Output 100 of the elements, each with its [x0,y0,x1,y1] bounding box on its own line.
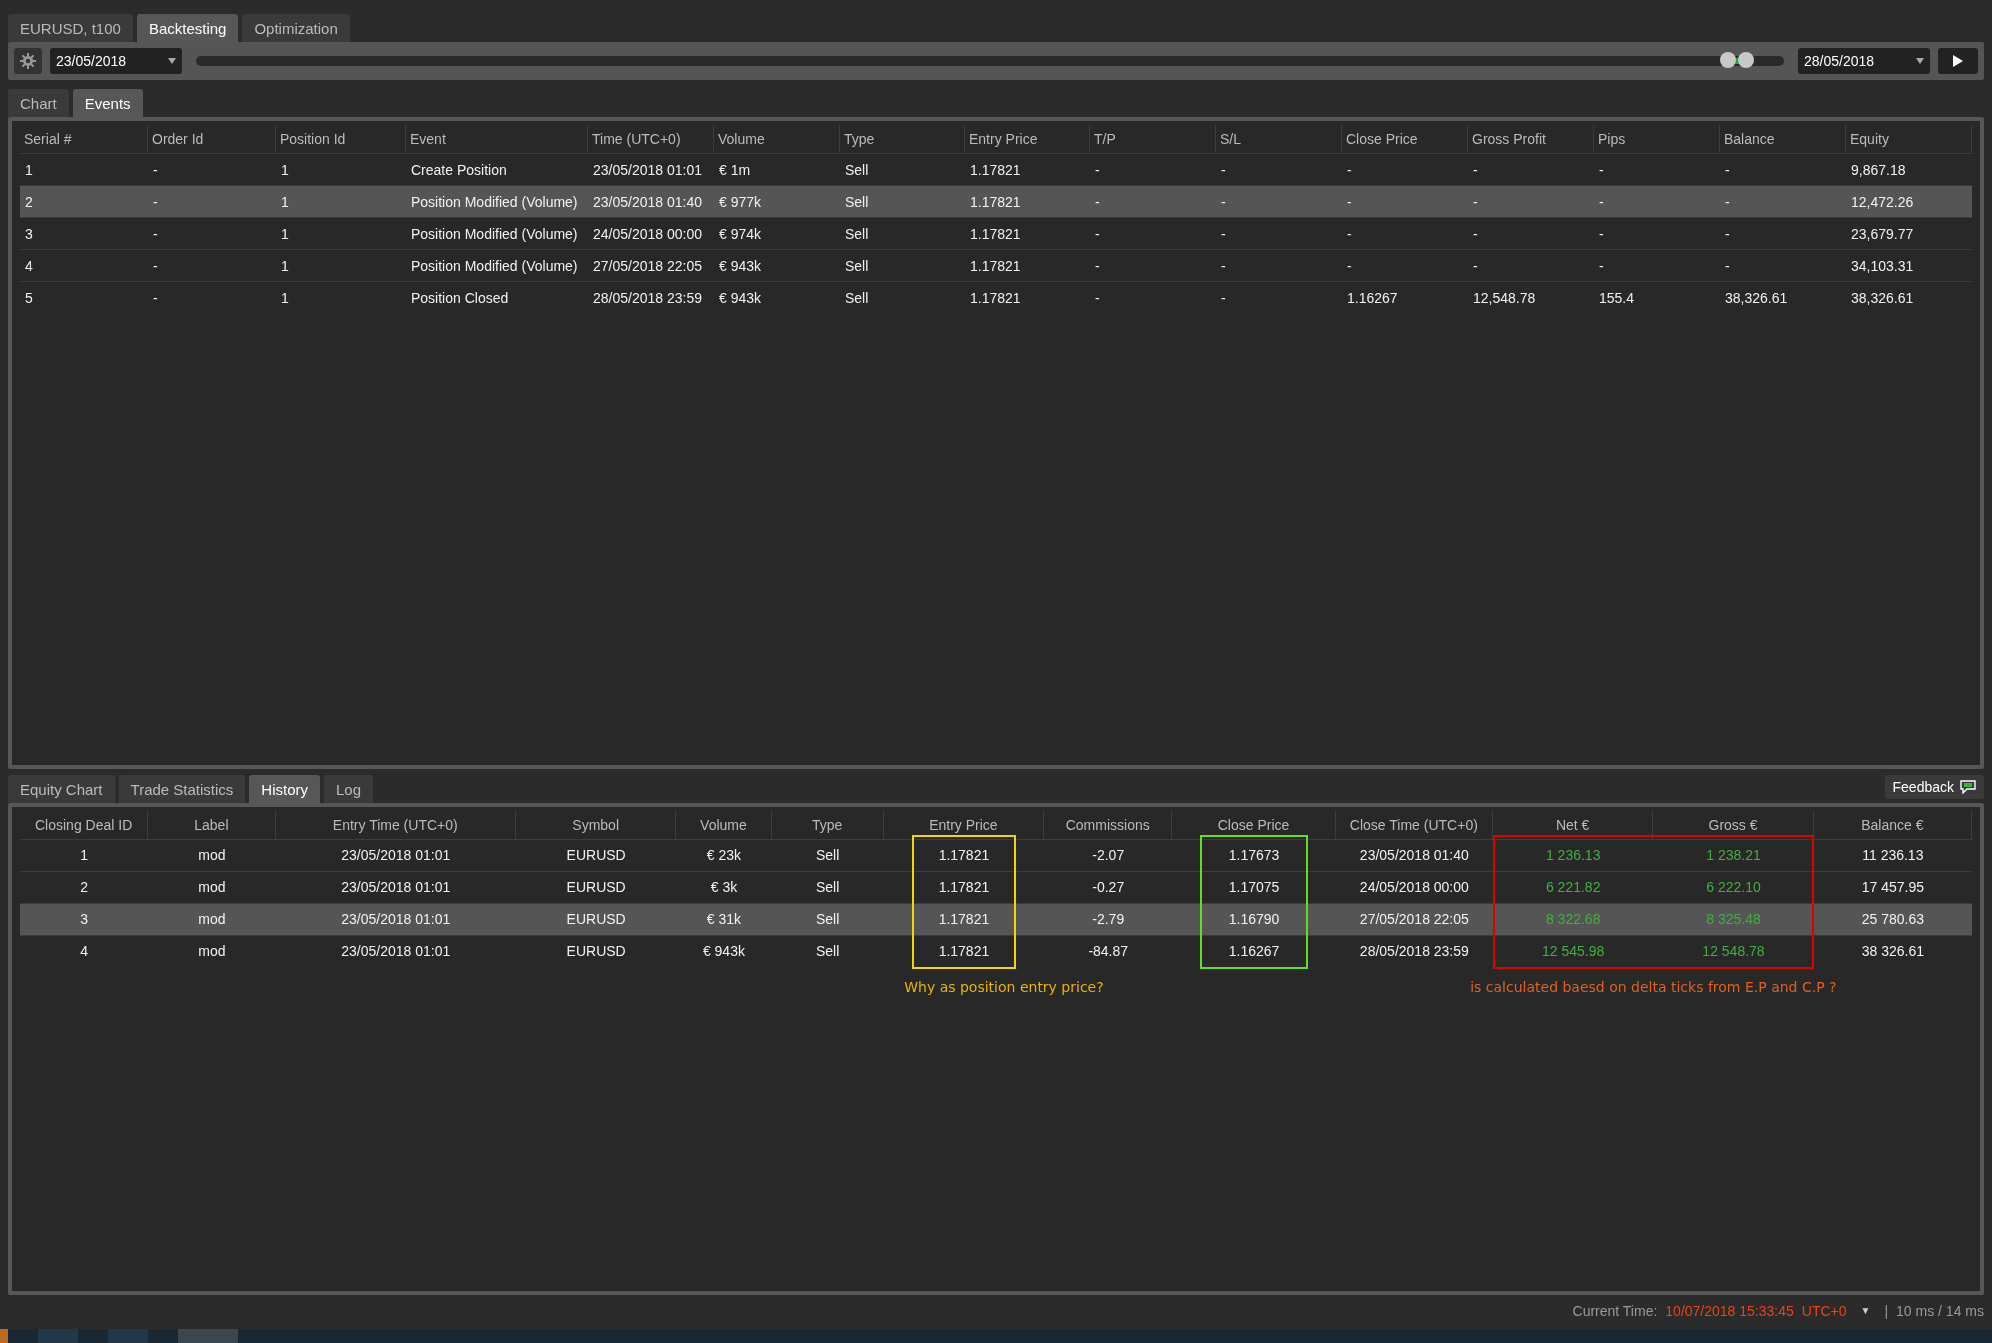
table-cell: - [148,249,276,282]
column-header[interactable]: Gross Profit [1468,125,1594,154]
table-cell: 38,326.61 [1720,281,1846,314]
column-header[interactable]: Net € [1493,810,1654,839]
table-cell: 12 548.78 [1653,934,1814,967]
date-dropdown[interactable]: 28/05/2018 [1798,47,1930,74]
table-cell: 1 [276,185,406,218]
table-cell: Sell [840,217,965,250]
table-cell: 1.17821 [965,281,1090,314]
tab[interactable]: Backtesting [136,14,239,42]
table-cell: € 943k [676,934,772,967]
tab[interactable]: EURUSD, t100 [8,14,133,42]
column-header[interactable]: S/L [1216,125,1342,154]
tab[interactable]: Events [72,89,143,118]
table-cell: € 943k [714,281,840,314]
timezone-dropdown[interactable]: ▼ [1860,1305,1871,1317]
table-cell: 25 780.63 [1813,902,1972,935]
column-header[interactable]: Entry Time (UTC+0) [275,810,516,839]
column-header[interactable]: Position Id [276,125,406,154]
table-cell: Sell [771,838,884,871]
table-cell: 12 545.98 [1493,934,1654,967]
table-cell: -84.87 [1044,934,1173,967]
column-header[interactable]: Closing Deal ID [20,810,149,839]
table-cell: EURUSD [516,934,677,967]
table-cell: Position Modified (Volume) [406,185,588,218]
date-dropdown[interactable]: 23/05/2018 [50,47,182,74]
column-header[interactable]: Entry Price [965,125,1090,154]
date-value: 28/05/2018 [1804,52,1875,69]
column-header[interactable]: Symbol [516,810,677,839]
table-cell: 38,326.61 [1846,281,1972,314]
table-cell: 23/05/2018 01:01 [275,838,516,871]
column-header[interactable]: Close Time (UTC+0) [1335,810,1493,839]
table-cell: 3 [20,217,148,250]
tab[interactable]: Log [324,774,374,803]
table-cell: - [1090,185,1216,218]
table-cell: 1.17821 [965,217,1090,250]
column-header[interactable]: T/P [1090,125,1216,154]
tab[interactable]: Optimization [242,14,350,42]
column-header[interactable]: Type [840,125,965,154]
table-cell: 8 325.48 [1653,902,1814,935]
table-cell: 1 236.13 [1493,838,1654,871]
column-header[interactable]: Time (UTC+0) [588,125,714,154]
annotation-note: is calculated baesd on delta ticks from E.P and C.P ? [1470,978,1837,995]
column-header[interactable]: Volume [714,125,840,154]
table-cell: - [1720,185,1846,218]
table-cell: 155.4 [1594,281,1720,314]
column-header[interactable]: Entry Price [883,810,1045,839]
table-cell: 23/05/2018 01:40 [1335,838,1493,871]
column-header[interactable]: Order Id [148,125,276,154]
column-header[interactable]: Pips [1594,125,1720,154]
column-header[interactable]: Label [148,810,276,839]
table-cell: 23/05/2018 01:01 [275,934,516,967]
table-cell: 11 236.13 [1813,838,1972,871]
column-header[interactable]: Gross € [1653,810,1814,839]
table-cell: -0.27 [1044,870,1173,903]
table-cell: - [1468,249,1594,282]
table-cell: mod [148,902,276,935]
table-cell: 1 [20,838,149,871]
table-cell: 24/05/2018 00:00 [1335,870,1493,903]
timezone-value: UTC+0 [1801,1302,1847,1319]
table-cell: - [1468,217,1594,250]
table-cell: Sell [771,902,884,935]
feedback-button[interactable]: Feedback [1884,774,1984,799]
column-header[interactable]: Balance [1720,125,1846,154]
table-cell: Sell [771,870,884,903]
table-cell: 1.17821 [883,870,1045,903]
table-cell: 6 221.82 [1493,870,1654,903]
table-cell: 8 322.68 [1493,902,1654,935]
table-cell: EURUSD [516,870,677,903]
current-time: 10/07/2018 15:33:45 [1665,1302,1794,1319]
tab[interactable]: History [249,774,321,803]
table-cell: 1.16267 [1342,281,1468,314]
table-cell: 1.17821 [965,249,1090,282]
column-header[interactable]: Balance € [1813,810,1972,839]
table-cell: 1 [276,217,406,250]
table-cell: Position Closed [406,281,588,314]
table-cell: 24/05/2018 00:00 [588,217,714,250]
table-cell: 1 238.21 [1653,838,1814,871]
status-separator: | [1884,1302,1889,1319]
table-cell: mod [148,838,276,871]
table-cell: € 3k [676,870,772,903]
table-cell: - [1594,217,1720,250]
column-header[interactable]: Volume [676,810,772,839]
column-header[interactable]: Serial # [20,125,148,154]
table-cell: 23/05/2018 01:01 [275,870,516,903]
table-cell: - [148,217,276,250]
tab[interactable]: Trade Statistics [118,774,246,803]
table-cell: 23/05/2018 01:40 [588,185,714,218]
column-header[interactable]: Event [406,125,588,154]
table-cell: - [1720,217,1846,250]
column-header[interactable]: Close Price [1342,125,1468,154]
column-header[interactable]: Close Price [1172,810,1336,839]
column-header[interactable]: Equity [1846,125,1972,154]
tab[interactable]: Chart [8,89,69,118]
table-cell: 17 457.95 [1813,870,1972,903]
column-header[interactable]: Commissions [1044,810,1173,839]
column-header[interactable]: Type [771,810,884,839]
table-cell: 1.16267 [1172,934,1336,967]
tab[interactable]: Equity Chart [8,774,115,803]
date-value: 23/05/2018 [56,52,127,69]
